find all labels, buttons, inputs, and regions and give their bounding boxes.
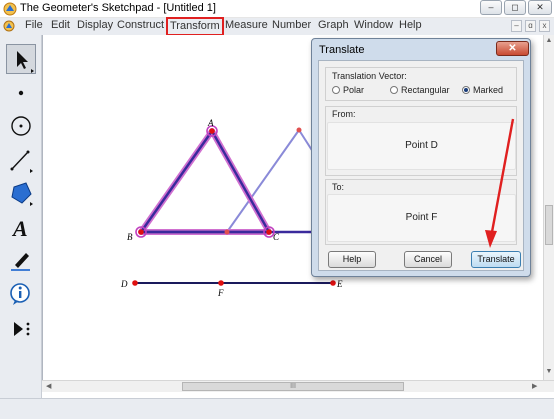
annotation-arrow [485, 118, 515, 248]
